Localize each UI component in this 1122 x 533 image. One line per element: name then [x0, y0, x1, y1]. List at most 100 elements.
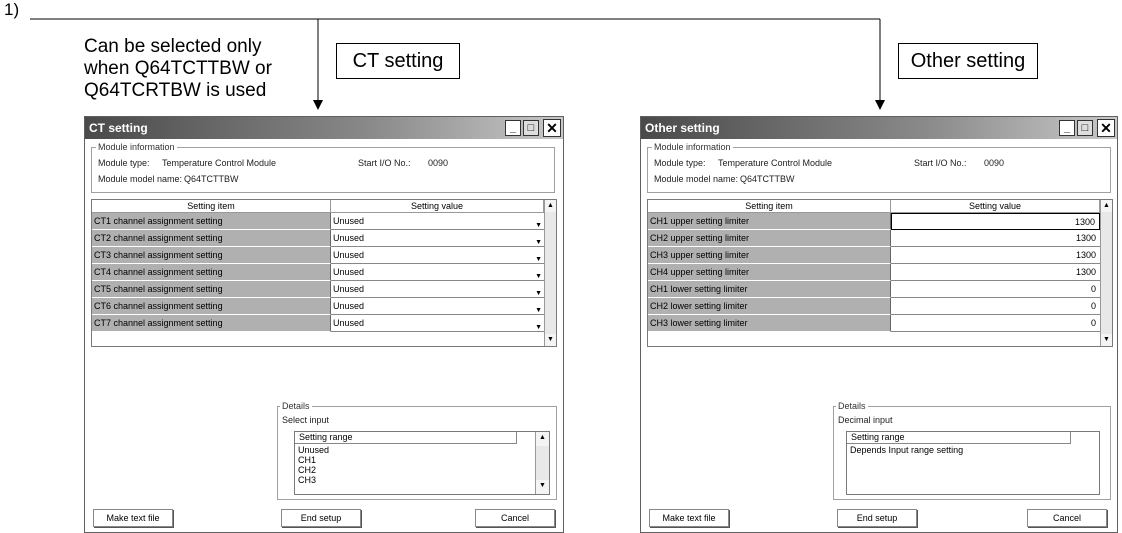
value-text: Unused — [333, 250, 365, 260]
setting-item-cell: CH1 lower setting limiter — [648, 281, 891, 298]
grid-scrollbar[interactable]: ▲ ▼ — [544, 200, 556, 346]
module-model-label: Module model name: — [98, 174, 183, 184]
module-type-label: Module type: — [98, 158, 150, 168]
window-title: CT setting — [89, 121, 148, 135]
maximize-icon[interactable]: □ — [1077, 120, 1093, 136]
table-row: CT5 channel assignment setting Unused ▼ — [92, 281, 544, 298]
table-row: CH1 lower setting limiter 0 — [648, 281, 1100, 298]
end-setup-button[interactable]: End setup — [837, 509, 917, 527]
close-icon[interactable]: ✕ — [543, 119, 561, 137]
module-type-value: Temperature Control Module — [718, 158, 833, 168]
setting-value-input[interactable]: 1300 — [891, 230, 1100, 247]
setting-value-input[interactable]: 1300 — [891, 213, 1100, 230]
scroll-up-icon[interactable]: ▲ — [1101, 200, 1112, 212]
list-item[interactable]: CH3 — [298, 475, 316, 485]
make-text-file-button[interactable]: Make text file — [93, 509, 173, 527]
setting-item-cell: CH3 upper setting limiter — [648, 247, 891, 264]
cancel-button[interactable]: Cancel — [1027, 509, 1107, 527]
table-row: CH1 upper setting limiter 1300 — [648, 213, 1100, 230]
setting-value-dropdown[interactable]: Unused ▼ — [331, 315, 544, 332]
setting-value-input[interactable]: 0 — [891, 315, 1100, 332]
list-item[interactable]: CH1 — [298, 455, 316, 465]
scroll-down-icon[interactable]: ▼ — [536, 480, 549, 494]
column-header-setting-item: Setting item — [648, 200, 891, 213]
setting-value-dropdown[interactable]: Unused ▼ — [331, 230, 544, 247]
setting-range-list[interactable]: Setting range Depends Input range settin… — [846, 431, 1100, 495]
setting-value-dropdown[interactable]: Unused ▼ — [331, 281, 544, 298]
group-label: Details — [836, 401, 868, 411]
other-window-titlebar[interactable]: Other setting _ □ ✕ — [641, 117, 1117, 139]
setting-item-cell: CH4 upper setting limiter — [648, 264, 891, 281]
setting-value-dropdown[interactable]: Unused ▼ — [331, 264, 544, 281]
details-group: Details Select input Setting range Unuse… — [277, 401, 557, 500]
list-item[interactable]: Depends Input range setting — [850, 445, 963, 455]
setting-item-cell: CT6 channel assignment setting — [92, 298, 331, 315]
other-setting-window: Other setting _ □ ✕ Module information M… — [640, 116, 1118, 533]
start-io-label: Start I/O No.: — [358, 158, 411, 168]
ct-setting-window: CT setting _ □ ✕ Module information Modu… — [84, 116, 564, 533]
module-info-group: Module information Module type: Temperat… — [91, 142, 555, 193]
end-setup-button[interactable]: End setup — [281, 509, 361, 527]
setting-value-input[interactable]: 1300 — [891, 247, 1100, 264]
setting-value-input[interactable]: 0 — [891, 281, 1100, 298]
setting-item-cell: CT1 channel assignment setting — [92, 213, 331, 230]
module-model-value: Q64TCTTBW — [740, 174, 795, 184]
close-icon[interactable]: ✕ — [1097, 119, 1115, 137]
setting-value-input[interactable]: 0 — [891, 298, 1100, 315]
settings-grid: Setting item Setting value CH1 upper set… — [647, 199, 1113, 347]
table-row: CT3 channel assignment setting Unused ▼ — [92, 247, 544, 264]
window-title: Other setting — [645, 121, 720, 135]
table-row: CT2 channel assignment setting Unused ▼ — [92, 230, 544, 247]
make-text-file-button[interactable]: Make text file — [649, 509, 729, 527]
settings-grid: Setting item Setting value CT1 channel a… — [91, 199, 557, 347]
list-item[interactable]: Unused — [298, 445, 329, 455]
minimize-icon[interactable]: _ — [505, 120, 521, 136]
module-info-group: Module information Module type: Temperat… — [647, 142, 1111, 193]
cancel-button[interactable]: Cancel — [475, 509, 555, 527]
setting-value-dropdown[interactable]: Unused ▼ — [331, 247, 544, 264]
setting-item-cell: CT5 channel assignment setting — [92, 281, 331, 298]
setting-item-cell: CT7 channel assignment setting — [92, 315, 331, 332]
list-header: Setting range — [847, 432, 1071, 444]
table-row: CT6 channel assignment setting Unused ▼ — [92, 298, 544, 315]
list-header: Setting range — [295, 432, 517, 444]
scroll-up-icon[interactable]: ▲ — [536, 432, 549, 446]
scroll-down-icon[interactable]: ▼ — [545, 334, 556, 346]
ct-window-titlebar[interactable]: CT setting _ □ ✕ — [85, 117, 563, 139]
setting-value-dropdown[interactable]: Unused ▼ — [331, 213, 544, 230]
module-type-label: Module type: — [654, 158, 706, 168]
group-label: Module information — [652, 142, 733, 152]
table-row: CH2 lower setting limiter 0 — [648, 298, 1100, 315]
value-text: Unused — [333, 233, 365, 243]
minimize-icon[interactable]: _ — [1059, 120, 1075, 136]
module-type-value: Temperature Control Module — [162, 158, 277, 168]
setting-item-cell: CT2 channel assignment setting — [92, 230, 331, 247]
module-model-label: Module model name: — [654, 174, 739, 184]
start-io-value: 0090 — [428, 158, 449, 168]
maximize-icon[interactable]: □ — [523, 120, 539, 136]
group-label: Details — [280, 401, 312, 411]
column-header-setting-value: Setting value — [891, 200, 1100, 213]
chevron-down-icon[interactable]: ▼ — [535, 320, 542, 336]
setting-value-dropdown[interactable]: Unused ▼ — [331, 298, 544, 315]
scroll-up-icon[interactable]: ▲ — [545, 200, 556, 212]
table-row: CT4 channel assignment setting Unused ▼ — [92, 264, 544, 281]
value-text: Unused — [333, 318, 365, 328]
grid-scrollbar[interactable]: ▲ ▼ — [1100, 200, 1112, 346]
setting-item-cell: CH3 lower setting limiter — [648, 315, 891, 332]
list-scrollbar[interactable]: ▲ ▼ — [535, 432, 549, 494]
column-header-setting-item: Setting item — [92, 200, 331, 213]
table-row: CH3 upper setting limiter 1300 — [648, 247, 1100, 264]
start-io-value: 0090 — [984, 158, 1005, 168]
setting-range-list[interactable]: Setting range Unused CH1 CH2 CH3 ▲ ▼ — [294, 431, 550, 495]
list-item[interactable]: CH2 — [298, 465, 316, 475]
setting-value-input[interactable]: 1300 — [891, 264, 1100, 281]
setting-item-cell: CH2 lower setting limiter — [648, 298, 891, 315]
scroll-down-icon[interactable]: ▼ — [1101, 334, 1112, 346]
setting-item-cell: CH1 upper setting limiter — [648, 213, 891, 230]
details-group: Details Decimal input Setting range Depe… — [833, 401, 1111, 500]
value-text: Unused — [333, 284, 365, 294]
module-model-value: Q64TCTTBW — [184, 174, 239, 184]
table-row: CH4 upper setting limiter 1300 — [648, 264, 1100, 281]
value-text: Unused — [333, 301, 365, 311]
